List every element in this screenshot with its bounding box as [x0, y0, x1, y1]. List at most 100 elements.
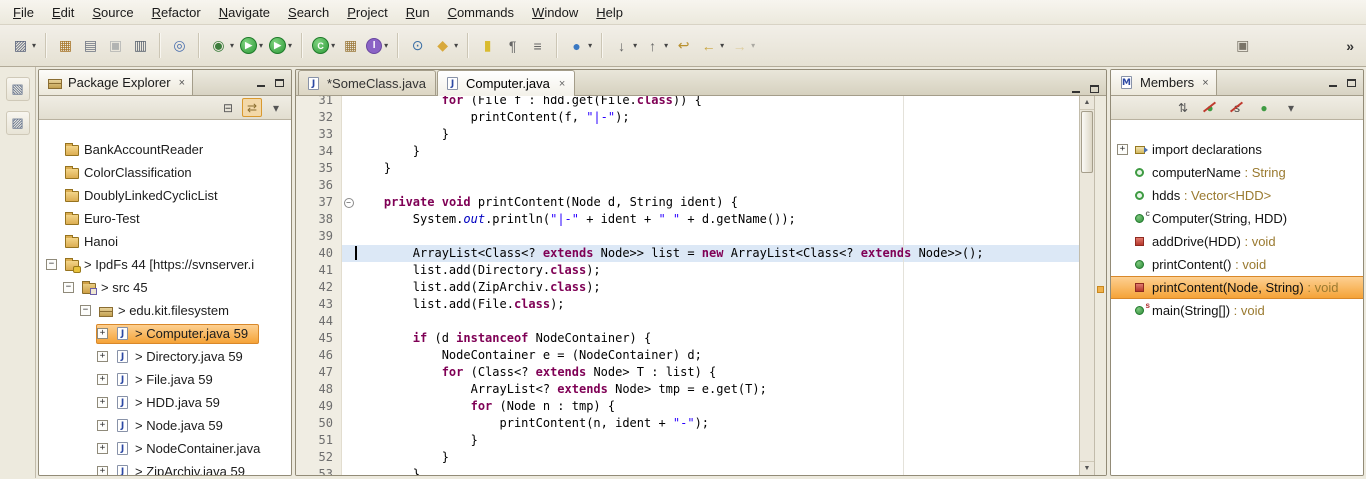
expand-icon[interactable]: +: [97, 420, 108, 431]
open-web-browser-button[interactable]: ●▾: [565, 34, 594, 57]
code-line-46[interactable]: 46 NodeContainer e = (NodeContainer) d;: [296, 347, 1079, 364]
collapse-icon[interactable]: −: [80, 305, 91, 316]
tree-item[interactable]: +J> NodeContainer.java: [39, 437, 291, 460]
line-number[interactable]: 43: [296, 296, 342, 313]
tree-item[interactable]: BankAccountReader: [39, 138, 291, 161]
expand-icon[interactable]: +: [97, 328, 108, 339]
sort-button[interactable]: ⇅: [1173, 98, 1193, 117]
menu-help[interactable]: Help: [587, 0, 632, 24]
line-number[interactable]: 42: [296, 279, 342, 296]
show-selected-element-only-button[interactable]: ≡: [526, 34, 549, 57]
search-dropdown-icon[interactable]: ▾: [454, 41, 458, 50]
print-button[interactable]: ▥: [129, 34, 152, 57]
menu-commands[interactable]: Commands: [439, 0, 523, 24]
code-line-47[interactable]: 47 for (Class<? extends Node> T : list) …: [296, 364, 1079, 381]
member-item[interactable]: printContent() : void: [1111, 253, 1363, 276]
expand-icon[interactable]: +: [97, 374, 108, 385]
code-line-34[interactable]: 34 }: [296, 143, 1079, 160]
scrollbar-thumb[interactable]: [1081, 111, 1093, 173]
line-number[interactable]: 46: [296, 347, 342, 364]
tree-item[interactable]: −> edu.kit.filesystem: [39, 299, 291, 322]
breakpoints-button[interactable]: ◎: [168, 34, 191, 57]
code-line-35[interactable]: 35 }: [296, 160, 1079, 177]
maximize-button[interactable]: [1345, 77, 1357, 89]
code-editor[interactable]: 31 for (File f : hdd.get(File.class)) {3…: [296, 96, 1079, 475]
line-number[interactable]: 40: [296, 245, 342, 262]
hide-static-button[interactable]: s: [1227, 98, 1247, 117]
search-button[interactable]: ◆▾: [431, 34, 460, 57]
debug-button[interactable]: ◉▾: [207, 34, 236, 57]
run-button[interactable]: ▶▾: [238, 35, 265, 56]
line-number[interactable]: 39: [296, 228, 342, 245]
next-annotation-button[interactable]: ↓▾: [610, 34, 639, 57]
menu-run[interactable]: Run: [397, 0, 439, 24]
line-number[interactable]: 53: [296, 466, 342, 475]
maximize-button[interactable]: [1088, 83, 1100, 95]
collapse-icon[interactable]: −: [46, 259, 57, 270]
code-line-38[interactable]: 38 System.out.println("|-" + ident + " "…: [296, 211, 1079, 228]
next-annotation-dropdown-icon[interactable]: ▾: [633, 41, 637, 50]
minimize-button[interactable]: [1327, 77, 1339, 89]
collapse-all-button[interactable]: ⊟: [218, 98, 238, 117]
line-number[interactable]: 51: [296, 432, 342, 449]
expand-icon[interactable]: +: [97, 466, 108, 475]
fast-view-button[interactable]: ▨: [6, 111, 30, 135]
line-number[interactable]: 47: [296, 364, 342, 381]
editor-tab--someclass-java[interactable]: J*SomeClass.java: [298, 70, 436, 95]
tree-item[interactable]: DoublyLinkedCyclicList: [39, 184, 291, 207]
code-line-49[interactable]: 49 for (Node n : tmp) {: [296, 398, 1079, 415]
member-item[interactable]: hdds : Vector<HDD>: [1111, 184, 1363, 207]
menu-search[interactable]: Search: [279, 0, 338, 24]
new-java-interface-button[interactable]: I▾: [364, 36, 390, 56]
code-line-50[interactable]: 50 printContent(n, ident + "-");: [296, 415, 1079, 432]
editor-vertical-scrollbar[interactable]: ▲ ▼: [1079, 96, 1094, 475]
tree-item[interactable]: −> src 45: [39, 276, 291, 299]
hide-fields-button[interactable]: ●: [1200, 98, 1220, 117]
line-number[interactable]: 49: [296, 398, 342, 415]
expand-icon[interactable]: +: [97, 397, 108, 408]
menu-window[interactable]: Window: [523, 0, 587, 24]
debug-dropdown-icon[interactable]: ▾: [230, 41, 234, 50]
member-item[interactable]: printContent(Node, String) : void: [1111, 276, 1363, 299]
tree-item[interactable]: +J> File.java 59: [39, 368, 291, 391]
code-line-51[interactable]: 51 }: [296, 432, 1079, 449]
maximize-button[interactable]: [273, 77, 285, 89]
code-line-52[interactable]: 52 }: [296, 449, 1079, 466]
minimize-button[interactable]: [255, 77, 267, 89]
code-line-43[interactable]: 43 list.add(File.class);: [296, 296, 1079, 313]
open-type-button[interactable]: ⊙: [406, 34, 429, 57]
last-edit-location-button[interactable]: ↩: [672, 34, 695, 57]
line-number[interactable]: 36: [296, 177, 342, 194]
line-number[interactable]: 48: [296, 381, 342, 398]
code-line-41[interactable]: 41 list.add(Directory.class);: [296, 262, 1079, 279]
line-number[interactable]: 34: [296, 143, 342, 160]
close-icon[interactable]: ×: [179, 77, 185, 89]
code-line-40[interactable]: 40 ArrayList<Class<? extends Node>> list…: [296, 245, 1079, 262]
line-number[interactable]: 45: [296, 330, 342, 347]
show-whitespace-button[interactable]: ¶: [501, 34, 524, 57]
line-number[interactable]: 35: [296, 160, 342, 177]
tree-item[interactable]: +J> HDD.java 59: [39, 391, 291, 414]
tree-item[interactable]: ColorClassification: [39, 161, 291, 184]
open-file-button[interactable]: ▤: [79, 34, 102, 57]
tree-item[interactable]: +J> Computer.java 59: [39, 322, 291, 345]
line-number[interactable]: 33: [296, 126, 342, 143]
code-line-39[interactable]: 39: [296, 228, 1079, 245]
toggle-mark-occurrences-button[interactable]: ▮: [476, 34, 499, 57]
close-icon[interactable]: ×: [1202, 77, 1208, 89]
new-project-button[interactable]: ▦: [54, 34, 77, 57]
member-item[interactable]: +import declarations: [1111, 138, 1363, 161]
line-number[interactable]: 31: [296, 96, 342, 109]
open-web-browser-dropdown-icon[interactable]: ▾: [588, 41, 592, 50]
new-java-interface-dropdown-icon[interactable]: ▾: [384, 41, 388, 50]
line-number[interactable]: 50: [296, 415, 342, 432]
code-line-53[interactable]: 53 }: [296, 466, 1079, 475]
tree-item[interactable]: Euro-Test: [39, 207, 291, 230]
tree-item[interactable]: Hanoi: [39, 230, 291, 253]
tree-item[interactable]: +J> ZipArchiv.java 59: [39, 460, 291, 475]
occurrence-marker[interactable]: [1097, 286, 1104, 293]
collapse-icon[interactable]: −: [63, 282, 74, 293]
code-line-37[interactable]: 37− private void printContent(Node d, St…: [296, 194, 1079, 211]
restore-views-button[interactable]: ▧: [6, 77, 30, 101]
view-menu-button[interactable]: ▾: [1281, 98, 1301, 117]
